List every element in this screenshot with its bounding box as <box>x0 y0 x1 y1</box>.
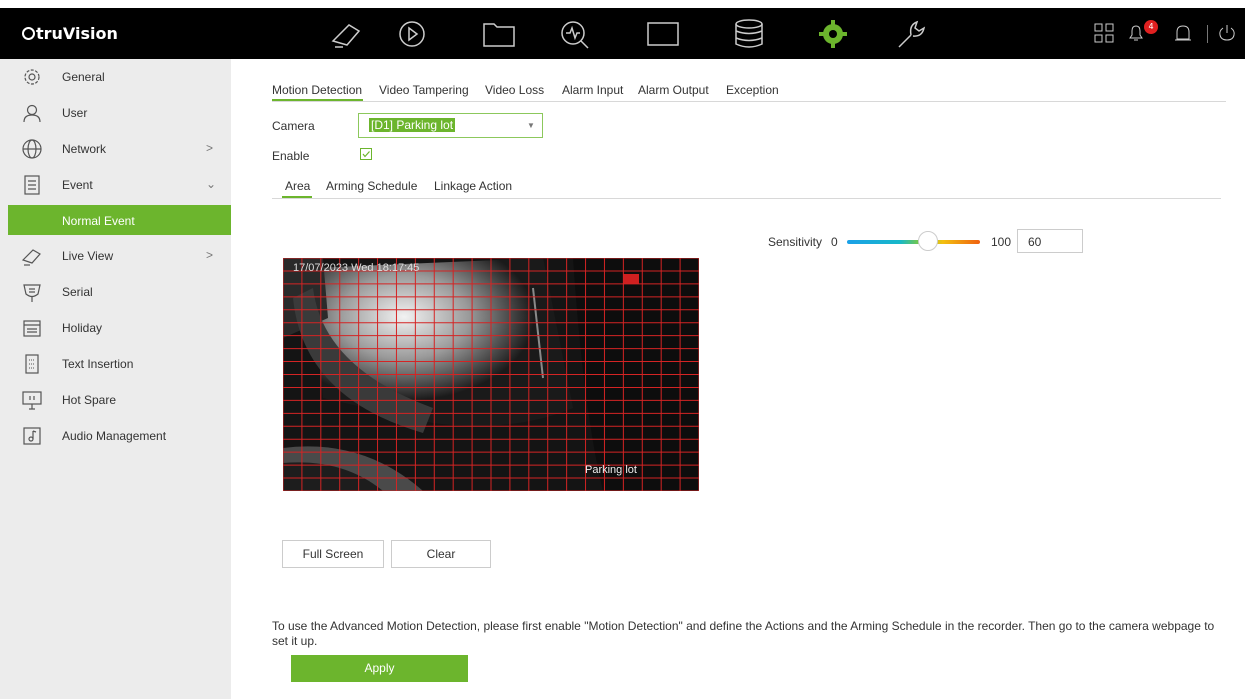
clear-button[interactable]: Clear <box>391 540 491 568</box>
sidebar-item-label: Hot Spare <box>62 393 117 407</box>
enable-label: Enable <box>272 149 310 163</box>
sidebar-item-label: Live View <box>62 249 114 263</box>
divider <box>1207 25 1208 43</box>
sidebar-item-label: Serial <box>62 285 93 299</box>
sidebar-subitem-normal-event[interactable]: Normal Event <box>8 205 231 235</box>
tab-motion-detection[interactable]: Motion Detection <box>272 83 362 97</box>
power-icon[interactable] <box>1217 23 1237 43</box>
alarm-icon[interactable] <box>1173 23 1193 43</box>
user-icon <box>21 102 43 124</box>
hot-spare-icon <box>21 389 43 411</box>
sensitivity-max: 100 <box>991 235 1012 249</box>
sidebar-item-holiday[interactable]: Holiday <box>0 310 231 346</box>
sensitivity-label: Sensitivity <box>768 235 823 249</box>
tab-alarm-input[interactable]: Alarm Input <box>562 83 623 97</box>
sidebar: General User Network > Event ⌄ Normal Ev… <box>0 59 231 699</box>
camera-label: Camera <box>272 119 315 133</box>
tab-video-tampering[interactable]: Video Tampering <box>379 83 469 97</box>
serial-icon <box>21 281 43 303</box>
active-tab-indicator <box>272 99 363 101</box>
settings-icon[interactable] <box>815 17 851 51</box>
calendar-icon <box>21 317 43 339</box>
sidebar-item-user[interactable]: User <box>0 95 231 131</box>
sidebar-item-event[interactable]: Event ⌄ <box>0 167 231 203</box>
sidebar-item-label: Holiday <box>62 321 103 335</box>
top-bar: truVision 4 <box>0 8 1245 59</box>
globe-icon <box>21 138 43 160</box>
maintenance-icon[interactable] <box>891 17 927 51</box>
tab-video-loss[interactable]: Video Loss <box>485 83 544 97</box>
tab-alarm-output[interactable]: Alarm Output <box>638 83 709 97</box>
checkmark-icon <box>362 151 370 158</box>
advanced-motion-note: To use the Advanced Motion Detection, pl… <box>272 619 1215 648</box>
folder-icon[interactable] <box>481 17 517 51</box>
tab-area[interactable]: Area <box>285 179 310 193</box>
osd-timestamp: 17/07/2023 Wed 18:17:45 <box>293 262 420 274</box>
logo: truVision <box>22 24 118 43</box>
osd-camera-name: Parking lot <box>585 464 637 476</box>
sidebar-item-serial[interactable]: Serial <box>0 274 231 310</box>
live-view-icon <box>21 245 43 267</box>
monitor-icon[interactable] <box>645 17 681 51</box>
tab-divider <box>272 101 1226 102</box>
active-sub-tab-indicator <box>282 196 312 198</box>
tab-arming-schedule[interactable]: Arming Schedule <box>326 179 417 193</box>
chevron-right-icon: > <box>206 248 214 262</box>
motion-area-video[interactable]: 17/07/2023 Wed 18:17:45 Parking lot <box>283 258 699 491</box>
sensitivity-input[interactable]: 60 <box>1017 229 1083 253</box>
event-icon <box>21 174 43 196</box>
sensitivity-slider[interactable] <box>847 240 980 244</box>
playback-icon[interactable] <box>394 17 430 51</box>
camera-select-value: [D1] Parking lot <box>369 118 456 132</box>
enable-checkbox[interactable] <box>360 148 372 160</box>
apply-button[interactable]: Apply <box>291 655 468 682</box>
layout-grid-icon[interactable] <box>1094 23 1114 43</box>
audio-icon <box>21 425 43 447</box>
search-icon[interactable] <box>557 17 593 51</box>
sidebar-item-live-view[interactable]: Live View > <box>0 238 231 274</box>
sensitivity-slider-handle[interactable] <box>918 231 938 251</box>
camera-select[interactable]: [D1] Parking lot ▼ <box>358 113 543 138</box>
live-view-icon[interactable] <box>329 17 365 51</box>
sensitivity-min: 0 <box>831 235 838 249</box>
bell-icon[interactable] <box>1126 23 1146 43</box>
chevron-down-icon: ⌄ <box>206 177 217 191</box>
sidebar-item-label: Event <box>62 178 93 192</box>
sidebar-item-label: Network <box>62 142 107 156</box>
sidebar-item-audio-management[interactable]: Audio Management <box>0 418 231 454</box>
sidebar-item-label: Audio Management <box>62 429 167 443</box>
sidebar-item-hot-spare[interactable]: Hot Spare <box>0 382 231 418</box>
tab-exception[interactable]: Exception <box>726 83 779 97</box>
sidebar-item-text-insertion[interactable]: Text Insertion <box>0 346 231 382</box>
sidebar-item-general[interactable]: General <box>0 59 231 95</box>
chevron-right-icon: > <box>206 141 214 155</box>
sidebar-item-label: General <box>62 70 105 84</box>
sidebar-item-label: Text Insertion <box>62 357 134 371</box>
full-screen-button[interactable]: Full Screen <box>282 540 384 568</box>
text-insertion-icon <box>21 353 43 375</box>
alert-count-badge: 4 <box>1144 20 1158 34</box>
gear-icon <box>21 66 43 88</box>
sidebar-item-label: User <box>62 106 88 120</box>
sidebar-item-network[interactable]: Network > <box>0 131 231 167</box>
sub-tab-divider <box>272 198 1221 199</box>
motion-detection-grid <box>283 258 699 491</box>
chevron-down-icon: ▼ <box>527 121 535 130</box>
tab-linkage-action[interactable]: Linkage Action <box>434 179 512 193</box>
storage-icon[interactable] <box>731 17 767 51</box>
